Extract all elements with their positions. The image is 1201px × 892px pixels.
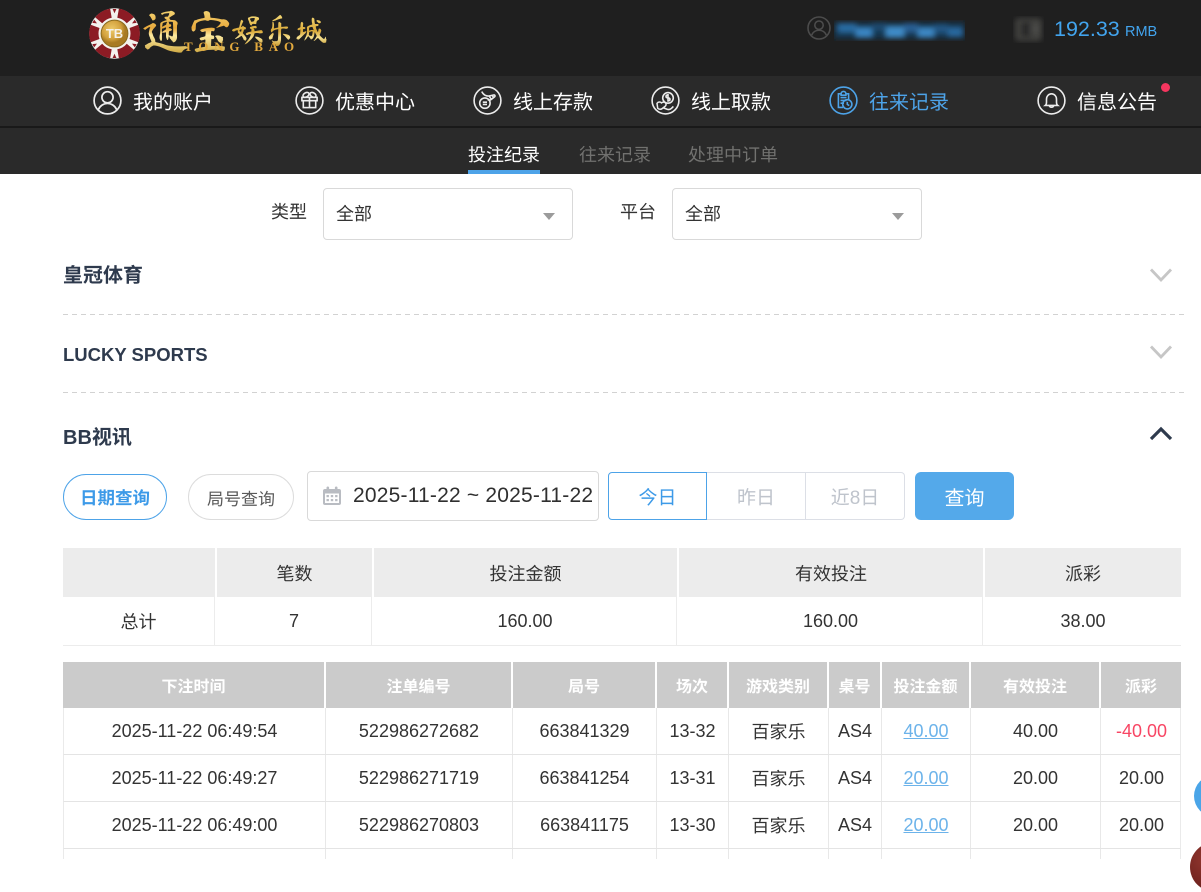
svg-text:TB: TB	[106, 26, 123, 41]
